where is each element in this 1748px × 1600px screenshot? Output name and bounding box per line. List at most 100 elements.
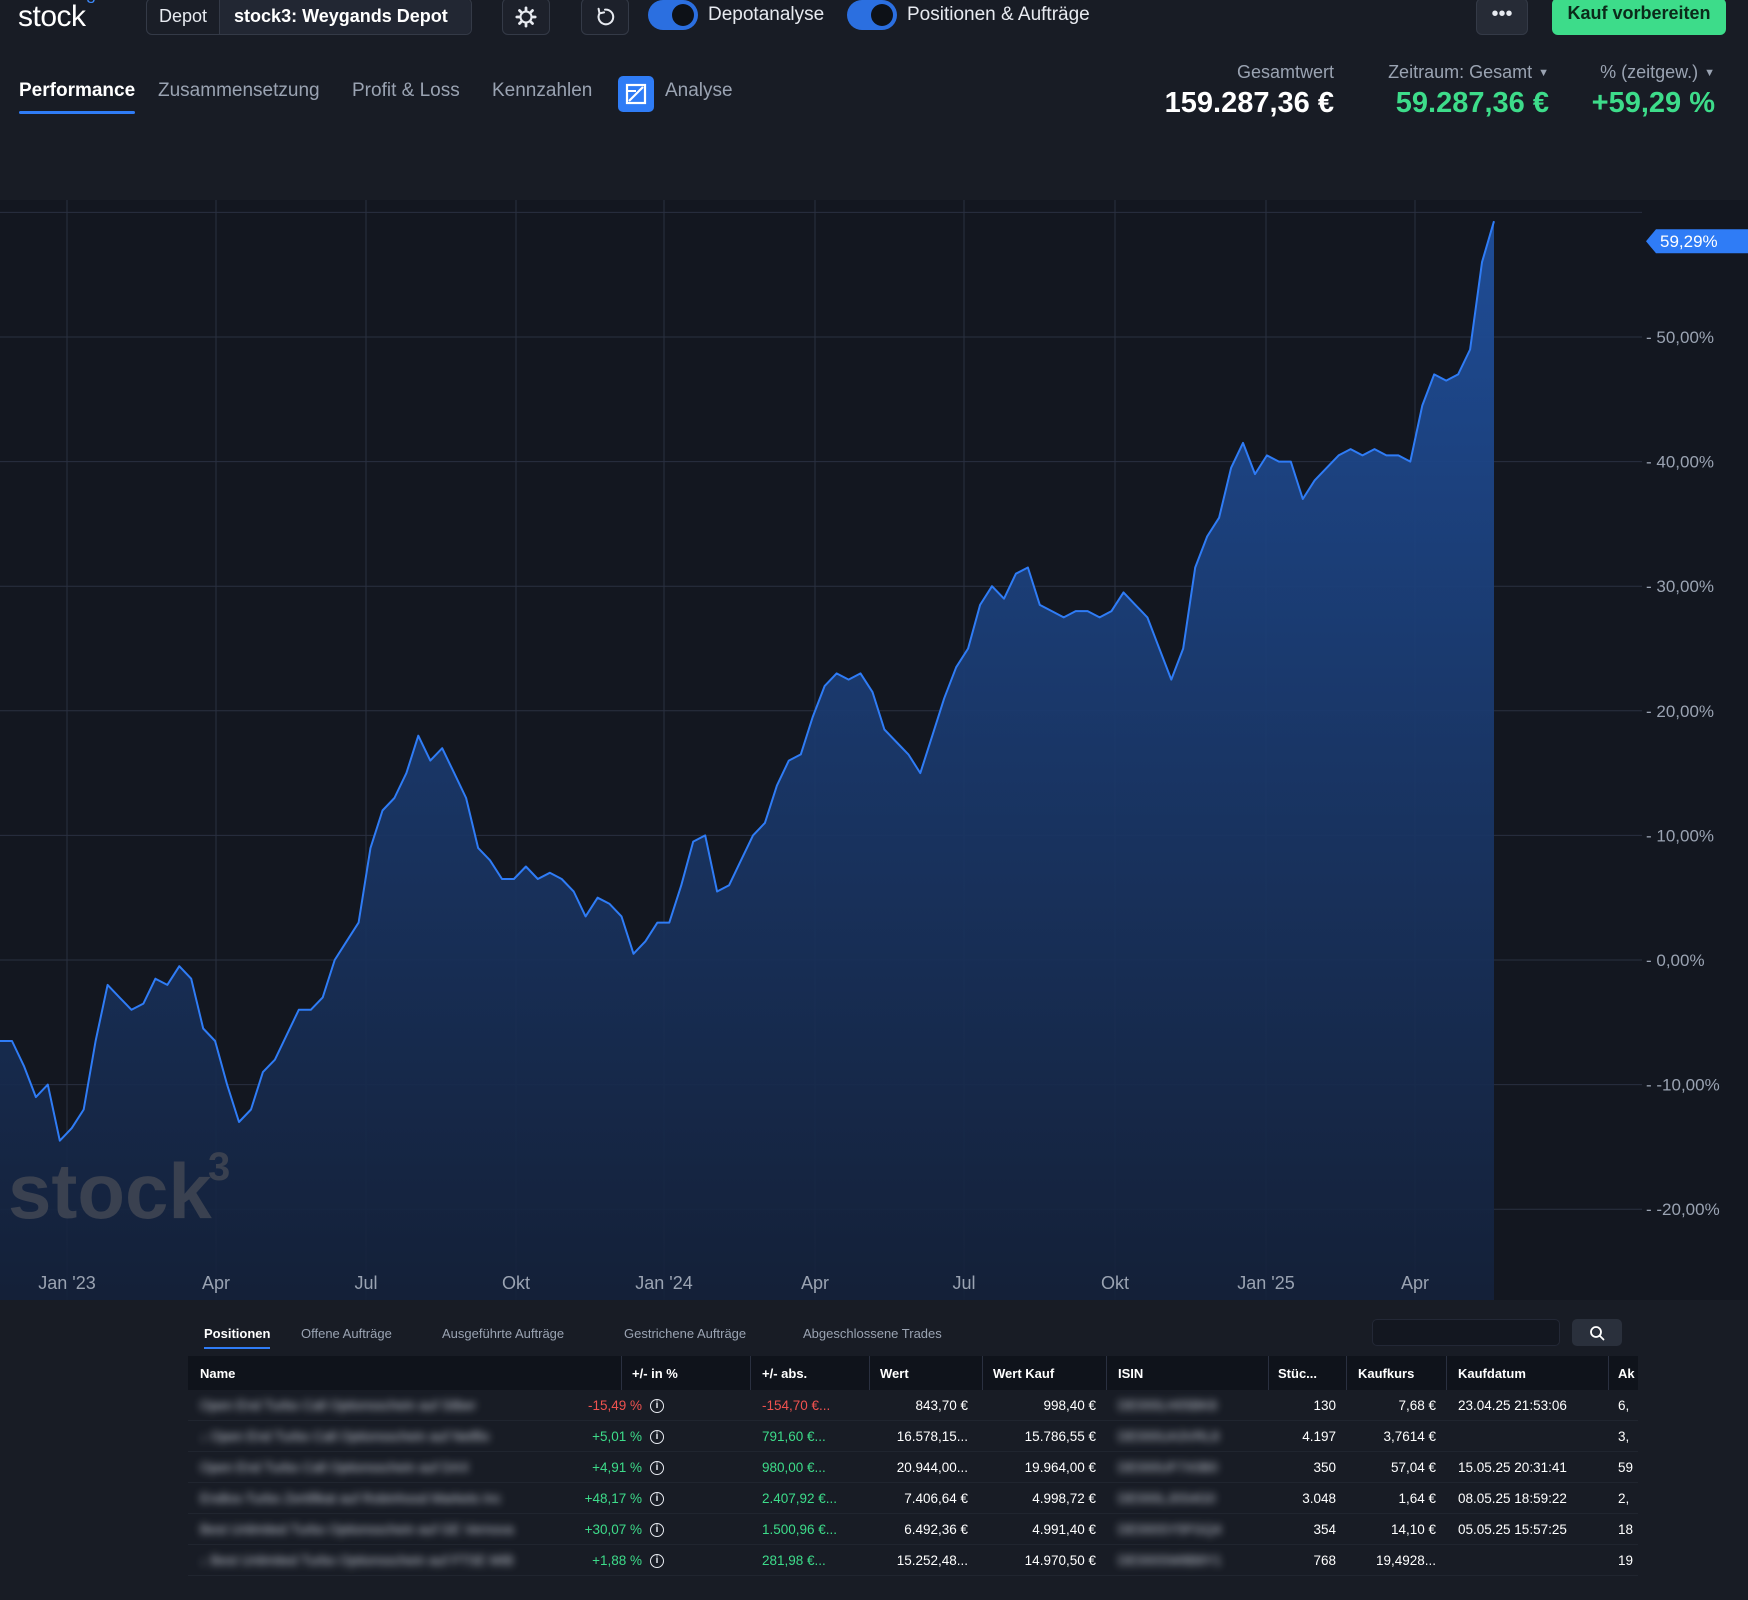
column-divider[interactable] xyxy=(982,1356,983,1390)
subtab-abgeschlossene-trades[interactable]: Abgeschlossene Trades xyxy=(803,1326,942,1341)
y-tick-label: - 20,00% xyxy=(1646,702,1714,721)
cell-abs: 2.407,92 €... xyxy=(762,1491,837,1506)
cell-name-text: ↓ Open End Turbo Call Optionsschein auf … xyxy=(200,1429,490,1444)
x-tick-label: Jan '24 xyxy=(635,1273,692,1293)
kpi-pct[interactable]: % (zeitgew.) ▼ +59,29 % xyxy=(1592,62,1715,120)
subtab-gestrichene-auftraege[interactable]: Gestrichene Aufträge xyxy=(624,1326,746,1341)
depot-selector[interactable]: Depot stock3: Weygands Depot xyxy=(146,0,472,35)
cell-abs-text: 1.500,96 €... xyxy=(762,1522,838,1537)
cell-kaufdatum-text: 05.05.25 15:57:25 xyxy=(1458,1522,1567,1537)
info-icon[interactable]: i xyxy=(650,1430,664,1445)
column-divider[interactable] xyxy=(1608,1356,1609,1390)
cell-kaufkurs: 14,10 € xyxy=(1391,1522,1436,1537)
table-row[interactable]: Best Unlimited Turbo Optionsschein auf G… xyxy=(188,1514,1638,1545)
x-tick-label: Okt xyxy=(1101,1273,1129,1293)
col-wert-kauf[interactable]: Wert Kauf xyxy=(993,1366,1054,1381)
col-stueck[interactable]: Stüc... xyxy=(1278,1366,1317,1381)
cell-kaufdatum-text: 08.05.25 18:59:22 xyxy=(1458,1491,1567,1506)
x-tick-label: Jul xyxy=(952,1273,975,1293)
analyse-icon[interactable] xyxy=(618,76,654,112)
tab-profit-loss[interactable]: Profit & Loss xyxy=(352,80,460,102)
y-tick-label: - 0,00% xyxy=(1646,951,1705,970)
cell-kaufdatum: 08.05.25 18:59:22 xyxy=(1458,1491,1567,1506)
tab-kennzahlen[interactable]: Kennzahlen xyxy=(492,80,592,102)
toggle-knob xyxy=(871,4,893,26)
search-input[interactable] xyxy=(1372,1319,1560,1346)
more-options-button[interactable]: ••• xyxy=(1476,0,1528,35)
col-kaufdatum[interactable]: Kaufdatum xyxy=(1458,1366,1526,1381)
cell-isin: DE000LH05BK8 xyxy=(1118,1398,1217,1413)
col-abs[interactable]: +/- abs. xyxy=(762,1366,807,1381)
refresh-icon xyxy=(597,7,615,25)
cell-kaufkurs: 1,64 € xyxy=(1398,1491,1436,1506)
settings-button[interactable] xyxy=(502,0,550,35)
column-divider[interactable] xyxy=(869,1356,870,1390)
tab-analyse[interactable]: Analyse xyxy=(665,80,733,102)
info-icon[interactable]: i xyxy=(650,1554,664,1569)
cell-stueck: 768 xyxy=(1313,1553,1336,1568)
info-icon[interactable]: i xyxy=(650,1523,664,1538)
table-row[interactable]: Open End Turbo Call Optionsschein auf DA… xyxy=(188,1452,1638,1483)
kpi-period-label[interactable]: Zeitraum: Gesamt ▼ xyxy=(1388,62,1549,83)
top-bar: stock3 Depot stock3: Weygands Depot xyxy=(0,0,1748,40)
cell-wert-kauf: 15.786,55 € xyxy=(1025,1429,1096,1444)
cell-abs-text: 2.407,92 €... xyxy=(762,1491,838,1506)
subtab-positionen[interactable]: Positionen xyxy=(204,1326,271,1349)
subtab-ausgefuehrte-auftraege[interactable]: Ausgeführte Aufträge xyxy=(442,1326,564,1341)
info-icon[interactable]: i xyxy=(650,1492,664,1507)
col-wert[interactable]: Wert xyxy=(880,1366,909,1381)
kpi-pct-label[interactable]: % (zeitgew.) ▼ xyxy=(1592,62,1715,83)
cell-wert-kauf: 14.970,50 € xyxy=(1025,1553,1096,1568)
cell-stueck-text: 350 xyxy=(1313,1460,1336,1475)
column-divider[interactable] xyxy=(1446,1356,1447,1390)
cell-name: Best Unlimited Turbo Optionsschein auf G… xyxy=(200,1522,514,1537)
cell-pct: +4,91 % i xyxy=(592,1460,664,1476)
cell-isin: DE000SW8B8Y1 xyxy=(1118,1553,1222,1568)
col-ak[interactable]: Ak xyxy=(1618,1366,1635,1381)
col-isin[interactable]: ISIN xyxy=(1118,1366,1143,1381)
cell-wert-text: 843,70 € xyxy=(915,1398,968,1413)
y-tick-label: - 50,00% xyxy=(1646,328,1714,347)
subtab-offene-auftraege[interactable]: Offene Aufträge xyxy=(301,1326,392,1341)
cell-abs: 281,98 €... xyxy=(762,1553,826,1568)
column-divider[interactable] xyxy=(1106,1356,1107,1390)
table-row[interactable]: Endlos-Turbo Zertifikat auf Robinhood Ma… xyxy=(188,1483,1638,1514)
tab-zusammensetzung[interactable]: Zusammensetzung xyxy=(158,80,320,102)
column-divider[interactable] xyxy=(750,1356,751,1390)
positionen-toggle[interactable] xyxy=(847,0,897,30)
cell-stueck-text: 3.048 xyxy=(1302,1491,1336,1506)
cell-isin: DE000UA3VRL8 xyxy=(1118,1429,1219,1444)
column-divider[interactable] xyxy=(621,1356,622,1390)
cell-abs-text: 281,98 €... xyxy=(762,1553,826,1568)
chart-watermark: stock xyxy=(8,1147,212,1235)
cell-abs: 980,00 €... xyxy=(762,1460,826,1475)
stock3-logo[interactable]: stock3 xyxy=(18,0,95,34)
tab-performance[interactable]: Performance xyxy=(19,80,136,114)
info-icon[interactable]: i xyxy=(650,1399,664,1414)
cell-isin-text: DE000UF7X0B0 xyxy=(1118,1460,1218,1475)
depot-value[interactable]: stock3: Weygands Depot xyxy=(219,0,471,34)
table-row[interactable]: ↓ Best Unlimited Turbo Optionsschein auf… xyxy=(188,1545,1638,1576)
depotanalyse-toggle[interactable] xyxy=(648,0,698,30)
cell-wert-kauf-text: 14.970,50 € xyxy=(1024,1553,1096,1568)
cell-wert: 6.492,36 € xyxy=(904,1522,968,1537)
cell-isin-text: DE000LH05BK8 xyxy=(1118,1398,1218,1413)
depot-label: Depot xyxy=(159,6,208,26)
performance-chart[interactable]: stock 3 - -20,00% - -10,00% - 0,00% - 10,00% -… xyxy=(0,200,1748,1300)
cell-isin: DE000UF7X0B0 xyxy=(1118,1460,1218,1475)
kpi-period[interactable]: Zeitraum: Gesamt ▼ 59.287,36 € xyxy=(1388,62,1549,120)
table-row[interactable]: Open End Turbo Call Optionsschein auf Si… xyxy=(188,1390,1638,1421)
refresh-button[interactable] xyxy=(581,0,629,35)
cell-isin-text: DE000UA3VRL8 xyxy=(1118,1429,1220,1444)
column-divider[interactable] xyxy=(1346,1356,1347,1390)
column-divider[interactable] xyxy=(1268,1356,1269,1390)
cell-wert-kauf-text: 4.998,72 € xyxy=(1032,1491,1096,1506)
buy-prepare-button[interactable]: Kauf vorbereiten xyxy=(1552,0,1726,35)
col-name[interactable]: Name xyxy=(200,1366,235,1381)
table-row[interactable]: ↓ Open End Turbo Call Optionsschein auf … xyxy=(188,1421,1638,1452)
info-icon[interactable]: i xyxy=(650,1461,664,1476)
col-kaufkurs[interactable]: Kaufkurs xyxy=(1358,1366,1414,1381)
x-tick-label: Jan '25 xyxy=(1237,1273,1294,1293)
col-pct[interactable]: +/- in % xyxy=(632,1366,678,1381)
search-button[interactable] xyxy=(1572,1319,1622,1346)
